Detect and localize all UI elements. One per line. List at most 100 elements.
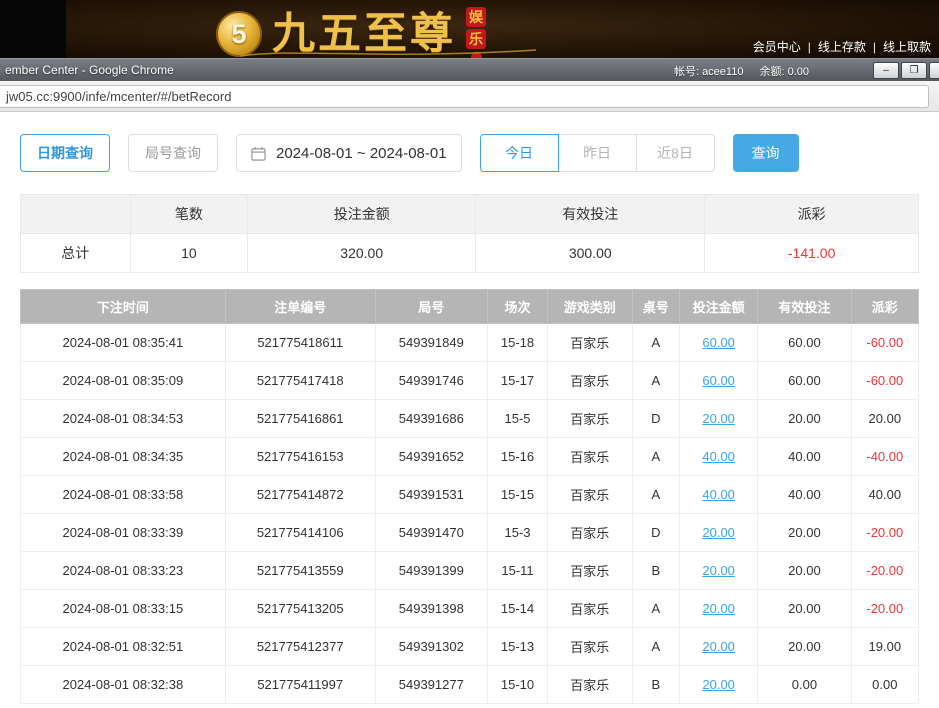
nav-online-deposit[interactable]: 线上存款 (818, 38, 866, 55)
cell-round_no: 549391399 (375, 552, 487, 590)
search-button[interactable]: 查询 (733, 134, 799, 172)
cell-table: D (632, 514, 680, 552)
filter-row: 日期查询 局号查询 2024-08-01 ~ 2024-08-01 今日 昨日 … (20, 134, 919, 172)
cell-time: 2024-08-01 08:33:23 (21, 552, 226, 590)
cell-payout: -40.00 (851, 438, 918, 476)
cell-round_no: 549391531 (375, 476, 487, 514)
bet-amount-link[interactable]: 20.00 (702, 639, 735, 654)
cell-round_no: 549391277 (375, 666, 487, 704)
window-title: ember Center - Google Chrome (5, 63, 174, 77)
bet-amount-link[interactable]: 40.00 (702, 487, 735, 502)
summary-total-count: 10 (130, 234, 248, 273)
date-query-tab[interactable]: 日期查询 (20, 134, 110, 172)
cell-round_no: 549391686 (375, 400, 487, 438)
summary-total-valid-bet: 300.00 (476, 234, 705, 273)
nav-separator: | (808, 40, 811, 54)
cell-game: 百家乐 (548, 590, 632, 628)
cell-session: 15-17 (487, 362, 547, 400)
yesterday-button[interactable]: 昨日 (558, 134, 637, 172)
nav-online-withdraw[interactable]: 线上取款 (883, 38, 931, 55)
cell-valid: 20.00 (758, 552, 851, 590)
cell-amount: 20.00 (680, 590, 758, 628)
cell-valid: 60.00 (758, 324, 851, 362)
cell-amount: 60.00 (680, 324, 758, 362)
cell-payout: -20.00 (851, 590, 918, 628)
col-bet-amount: 投注金额 (680, 290, 758, 324)
col-round-number: 局号 (375, 290, 487, 324)
cell-session: 15-18 (487, 324, 547, 362)
summary-header-bet-amount: 投注金额 (248, 195, 476, 234)
summary-header-row: 笔数 投注金额 有效投注 派彩 (21, 195, 919, 234)
cell-game: 百家乐 (548, 476, 632, 514)
cell-time: 2024-08-01 08:33:15 (21, 590, 226, 628)
cell-amount: 40.00 (680, 438, 758, 476)
cell-bet_no: 521775413205 (225, 590, 375, 628)
cell-round_no: 549391470 (375, 514, 487, 552)
cell-session: 15-10 (487, 666, 547, 704)
cell-payout: -60.00 (851, 362, 918, 400)
cell-bet_no: 521775413559 (225, 552, 375, 590)
cell-bet_no: 521775418611 (225, 324, 375, 362)
cell-payout: -20.00 (851, 552, 918, 590)
date-range-input[interactable]: 2024-08-01 ~ 2024-08-01 (236, 134, 462, 172)
bet-amount-link[interactable]: 20.00 (702, 525, 735, 540)
cell-time: 2024-08-01 08:33:39 (21, 514, 226, 552)
table-row: 2024-08-01 08:32:51521775412377549391302… (21, 628, 919, 666)
minimize-button[interactable]: – (873, 62, 899, 79)
cell-game: 百家乐 (548, 362, 632, 400)
cell-amount: 40.00 (680, 476, 758, 514)
screen: 5 九五至尊 娱 乐 会员中心 | 线上存款 | 线上取款 ember Cent… (0, 0, 939, 708)
bet-amount-link[interactable]: 20.00 (702, 601, 735, 616)
cell-game: 百家乐 (548, 514, 632, 552)
browser-titlebar[interactable]: ember Center - Google Chrome 帐号: acee110… (0, 58, 939, 81)
table-row: 2024-08-01 08:33:39521775414106549391470… (21, 514, 919, 552)
col-payout: 派彩 (851, 290, 918, 324)
nav-separator: | (873, 40, 876, 54)
cell-valid: 60.00 (758, 362, 851, 400)
bet-amount-link[interactable]: 60.00 (702, 335, 735, 350)
cell-time: 2024-08-01 08:32:38 (21, 666, 226, 704)
cell-valid: 40.00 (758, 476, 851, 514)
cell-valid: 20.00 (758, 590, 851, 628)
cell-valid: 0.00 (758, 666, 851, 704)
col-game-type: 游戏类别 (548, 290, 632, 324)
maximize-button[interactable]: ❐ (901, 62, 927, 79)
summary-total-bet-amount: 320.00 (248, 234, 476, 273)
bet-amount-link[interactable]: 20.00 (702, 563, 735, 578)
bet-table-header-row: 下注时间 注单编号 局号 场次 游戏类别 桌号 投注金额 有效投注 派彩 (21, 290, 919, 324)
cell-time: 2024-08-01 08:35:09 (21, 362, 226, 400)
cell-round_no: 549391398 (375, 590, 487, 628)
cell-session: 15-13 (487, 628, 547, 666)
cell-time: 2024-08-01 08:34:53 (21, 400, 226, 438)
bet-amount-link[interactable]: 20.00 (702, 677, 735, 692)
cell-game: 百家乐 (548, 666, 632, 704)
last-8-days-button[interactable]: 近8日 (636, 134, 715, 172)
cell-table: A (632, 438, 680, 476)
url-input[interactable]: jw05.cc:9900/infe/mcenter/#/betRecord (0, 85, 929, 108)
table-row: 2024-08-01 08:35:41521775418611549391849… (21, 324, 919, 362)
cell-table: A (632, 628, 680, 666)
table-row: 2024-08-01 08:33:58521775414872549391531… (21, 476, 919, 514)
today-button[interactable]: 今日 (480, 134, 559, 172)
browser-urlbar: jw05.cc:9900/infe/mcenter/#/betRecord (0, 81, 939, 112)
cell-bet_no: 521775412377 (225, 628, 375, 666)
account-info: 帐号: acee110 余额: 0.00 (674, 63, 809, 79)
date-range-value: 2024-08-01 ~ 2024-08-01 (276, 145, 447, 162)
round-query-tab[interactable]: 局号查询 (128, 134, 218, 172)
cell-valid: 20.00 (758, 400, 851, 438)
close-button[interactable]: ✕ (929, 62, 939, 79)
bet-amount-link[interactable]: 40.00 (702, 449, 735, 464)
summary-total-row: 总计 10 320.00 300.00 -141.00 (21, 234, 919, 273)
bet-amount-link[interactable]: 60.00 (702, 373, 735, 388)
cell-round_no: 549391302 (375, 628, 487, 666)
nav-member-center[interactable]: 会员中心 (753, 38, 801, 55)
account-id: 帐号: acee110 (674, 63, 744, 79)
table-row: 2024-08-01 08:33:15521775413205549391398… (21, 590, 919, 628)
col-valid-bet: 有效投注 (758, 290, 851, 324)
top-nav: 会员中心 | 线上存款 | 线上取款 (753, 38, 931, 55)
cell-round_no: 549391746 (375, 362, 487, 400)
bet-amount-link[interactable]: 20.00 (702, 411, 735, 426)
col-bet-time: 下注时间 (21, 290, 226, 324)
cell-game: 百家乐 (548, 628, 632, 666)
summary-table: 笔数 投注金额 有效投注 派彩 总计 10 320.00 300.00 -141… (20, 194, 919, 273)
